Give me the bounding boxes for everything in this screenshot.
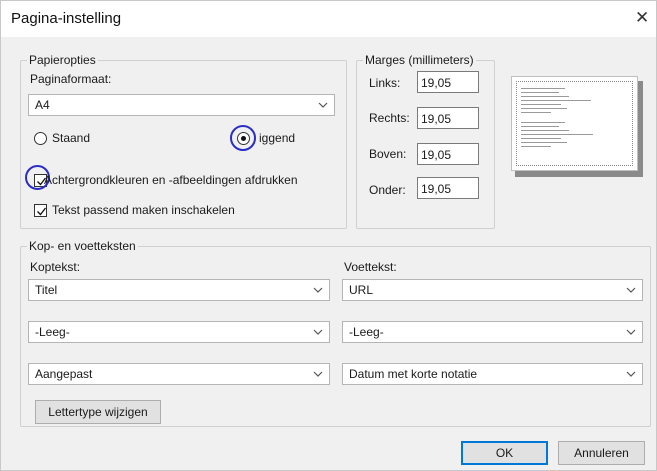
portrait-label: Staand — [52, 131, 91, 145]
header-left-value: Titel — [35, 283, 58, 297]
shrink-to-fit-checkbox[interactable] — [34, 204, 47, 217]
header-right-value: Aangepast — [35, 367, 93, 381]
margin-bottom-value: 19,05 — [421, 182, 452, 196]
preview-text-line — [521, 108, 567, 109]
page-format-value: A4 — [35, 98, 50, 112]
preview-text-line — [521, 138, 561, 139]
dialog-title: Pagina-instelling — [11, 10, 122, 27]
preview-text-line — [521, 130, 569, 131]
footer-label: Voettekst: — [344, 260, 397, 274]
preview-text-line — [521, 126, 559, 127]
preview-text-line — [521, 142, 567, 143]
portrait-radio[interactable] — [34, 132, 47, 145]
chevron-down-icon — [313, 329, 323, 335]
header-left-select[interactable]: Titel — [28, 279, 330, 301]
shrink-to-fit-label: Tekst passend maken inschakelen — [52, 203, 235, 217]
ok-button[interactable]: OK — [461, 441, 548, 465]
header-center-select[interactable]: -Leeg- — [28, 321, 330, 343]
margin-top-value: 19,05 — [421, 148, 452, 162]
chevron-down-icon — [313, 287, 323, 293]
chevron-down-icon — [318, 102, 328, 108]
footer-center-value: -Leeg- — [349, 325, 384, 339]
landscape-label: iggend — [259, 131, 296, 145]
footer-right-select[interactable]: Datum met korte notatie — [342, 363, 643, 385]
margin-right-input[interactable]: 19,05 — [417, 107, 479, 129]
preview-text-line — [521, 92, 559, 93]
chevron-down-icon — [626, 371, 636, 377]
header-footer-legend: Kop- en voetteksten — [29, 239, 136, 253]
background-print-label: Achtergrondkleuren en -afbeeldingen afdr… — [44, 173, 298, 187]
margin-left-label: Links: — [369, 76, 401, 90]
margin-top-input[interactable]: 19,05 — [417, 143, 479, 165]
margin-top-label: Boven: — [369, 147, 407, 161]
preview-text-line — [521, 134, 593, 135]
header-label: Koptekst: — [30, 260, 81, 274]
margin-left-value: 19,05 — [421, 76, 452, 90]
margin-bottom-label: Onder: — [369, 183, 406, 197]
cancel-button[interactable]: Annuleren — [558, 441, 645, 465]
chevron-down-icon — [313, 371, 323, 377]
header-right-select[interactable]: Aangepast — [28, 363, 330, 385]
footer-left-select[interactable]: URL — [342, 279, 643, 301]
preview-text-line — [521, 100, 591, 101]
preview-text-line — [521, 146, 551, 147]
footer-right-value: Datum met korte notatie — [349, 367, 478, 381]
paper-options-legend: Papieropties — [29, 53, 96, 67]
preview-text-line — [521, 122, 565, 123]
page-format-label: Paginaformaat: — [30, 72, 112, 86]
preview-text-line — [521, 104, 561, 105]
margin-right-value: 19,05 — [421, 112, 452, 126]
title-bar: Pagina-instelling ✕ — [1, 1, 656, 37]
header-center-value: -Leeg- — [35, 325, 70, 339]
annotation-circle-landscape — [230, 125, 256, 151]
page-preview — [511, 76, 638, 171]
chevron-down-icon — [626, 329, 636, 335]
margin-right-label: Rechts: — [369, 111, 410, 125]
preview-text-line — [521, 96, 569, 97]
chevron-down-icon — [626, 287, 636, 293]
footer-center-select[interactable]: -Leeg- — [342, 321, 643, 343]
preview-text-line — [521, 88, 565, 89]
page-format-select[interactable]: A4 — [28, 94, 335, 116]
footer-left-value: URL — [349, 283, 374, 297]
preview-text-line — [521, 112, 551, 113]
checkmark-icon — [37, 207, 47, 216]
change-font-button[interactable]: Lettertype wijzigen — [35, 400, 161, 424]
margins-legend: Marges (millimeters) — [365, 53, 474, 67]
margin-bottom-input[interactable]: 19,05 — [417, 177, 479, 199]
margin-left-input[interactable]: 19,05 — [417, 71, 479, 93]
page-preview-margin-box — [516, 81, 633, 166]
page-setup-dialog: Pagina-instelling ✕ Papieropties Paginaf… — [0, 0, 657, 471]
close-icon[interactable]: ✕ — [635, 9, 649, 26]
